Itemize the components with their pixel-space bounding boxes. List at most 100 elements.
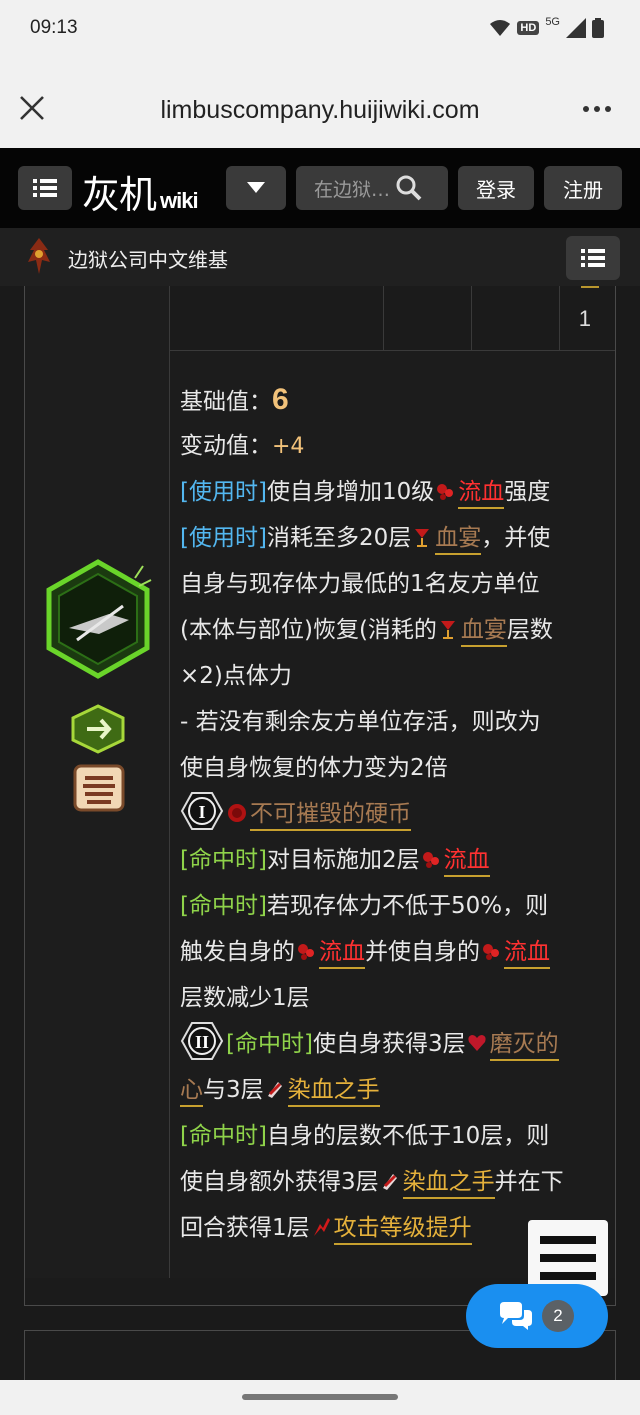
effect-text: 并在下 (494, 1169, 564, 1195)
page-content: 1 基础值：6 变动值：+4 [使用时]使自身增加10级 流血强度 [使用时]消耗… (0, 286, 640, 1380)
coin-1-label: I (198, 802, 205, 822)
effect-line: - 若没有剩余友方单位存活，则改为 (180, 699, 610, 745)
table-divider (559, 286, 560, 350)
worn-heart-link[interactable]: 磨灭的 (489, 1031, 559, 1061)
hd-badge: HD (517, 21, 540, 35)
effect-text: 回合获得1层 (180, 1215, 310, 1241)
atk-up-link[interactable]: 攻击等级提升 (333, 1215, 472, 1245)
blood-feast-icon (440, 621, 455, 639)
hamburger-icon (540, 1236, 596, 1280)
menu-icon (581, 249, 605, 267)
effect-line: 使自身恢复的体力变为2倍 (180, 745, 610, 791)
blood-feast-link[interactable]: 血宴 (460, 617, 507, 647)
url-text[interactable]: limbuscompany.huijiwiki.com (0, 96, 640, 125)
change-value-row: 变动值：+4 (180, 423, 610, 469)
logo-sub: wiki (160, 188, 199, 213)
effect-text: 并使自身的 (365, 939, 480, 965)
bleed-link[interactable]: 流血 (504, 939, 550, 969)
signal-icon (566, 18, 586, 38)
bleed-link[interactable]: 流血 (458, 479, 505, 509)
coin-line: I 不可摧毁的硬币 (180, 791, 610, 837)
base-label: 基础值： (180, 389, 272, 415)
search-icon[interactable] (396, 175, 422, 201)
effect-text: 使自身恢复的体力变为2倍 (180, 755, 448, 781)
effect-text: 使自身增加10级 (266, 479, 435, 505)
change-value: +4 (272, 434, 305, 459)
bloody-hand-link[interactable]: 染血之手 (402, 1169, 495, 1199)
register-button[interactable]: 注册 (544, 166, 622, 210)
network-type: 5G (545, 16, 560, 28)
effect-text: ×2)点体力 (180, 663, 292, 689)
bleed-link[interactable]: 流血 (443, 847, 490, 877)
effect-line: 使自身额外获得3层 染血之手并在下 (180, 1159, 610, 1205)
table-divider (383, 286, 384, 350)
effect-text: 自身与现存体力最低的1名友方单位 (180, 571, 540, 597)
effect-text: ，并使 (481, 525, 551, 551)
bleed-icon (298, 944, 314, 960)
search-placeholder: 在边狱… (314, 178, 391, 201)
skill-description: 基础值：6 变动值：+4 [使用时]使自身增加10级 流血强度 [使用时]消耗至多… (180, 377, 610, 1251)
chat-count-badge: 2 (542, 1300, 574, 1332)
effect-line: [命中时]若现存体力不低于50%，则 (180, 883, 610, 929)
more-icon[interactable] (582, 95, 612, 123)
status-bar: 09:13 HD 5G (0, 0, 640, 60)
coin-line: II [命中时]使自身获得3层 磨灭的 (180, 1021, 610, 1067)
chat-button[interactable]: 2 (466, 1284, 608, 1348)
effect-line: 触发自身的 流血并使自身的 流血 (180, 929, 610, 975)
change-label: 变动值： (180, 433, 272, 459)
bloody-hand-link[interactable]: 染血之手 (287, 1077, 380, 1107)
unbreakable-coin-icon (228, 804, 246, 822)
base-value: 6 (272, 383, 289, 416)
bloody-hand-icon (382, 1174, 397, 1190)
unbreakable-coin-link[interactable]: 不可摧毁的硬币 (250, 801, 411, 831)
wifi-icon (490, 20, 511, 36)
on-hit-tag: [命中时] (180, 893, 267, 919)
blood-feast-link[interactable]: 血宴 (435, 525, 482, 555)
effect-text: 消耗至多20层 (266, 525, 412, 551)
bleed-link[interactable]: 流血 (319, 939, 365, 969)
login-button[interactable]: 登录 (458, 166, 534, 210)
coin-2-icon: II (180, 1022, 224, 1060)
site-icon[interactable] (26, 236, 52, 276)
effect-line: [命中时]自身的层数不低于10层，则 (180, 1113, 610, 1159)
bleed-icon (483, 944, 499, 960)
skill-icon (46, 559, 152, 679)
on-hit-tag: [命中时] (180, 847, 267, 873)
effect-text: - 若没有剩余友方单位存活，则改为 (180, 709, 541, 735)
on-use-tag: [使用时] (180, 479, 267, 505)
dropdown-icon (247, 182, 265, 193)
bleed-icon (437, 484, 454, 500)
on-hit-tag: [命中时] (180, 1123, 267, 1149)
on-use-tag: [使用时] (180, 525, 267, 551)
site-name[interactable]: 边狱公司中文维基 (68, 244, 228, 273)
effect-text: 触发自身的 (180, 939, 295, 965)
effect-line: [使用时]消耗至多20层 血宴，并使 (180, 515, 610, 561)
page-menu-button[interactable] (566, 236, 620, 280)
effect-text: 层数 (506, 617, 553, 643)
effect-text: (本体与部位)恢复(消耗的 (180, 617, 437, 643)
effect-line: 自身与现存体力最低的1名友方单位 (180, 561, 610, 607)
effect-text: 对目标施加2层 (266, 847, 420, 873)
site-subheader: 边狱公司中文维基 (0, 228, 640, 286)
coin-1-icon: I (180, 792, 224, 830)
bleed-icon (422, 852, 439, 868)
skill-description-cell: 基础值：6 变动值：+4 [使用时]使自身增加10级 流血强度 [使用时]消耗至多… (170, 350, 615, 1278)
sin-affinity-icon (73, 764, 125, 812)
effect-line: ×2)点体力 (180, 653, 610, 699)
effect-text: 使自身额外获得3层 (180, 1169, 379, 1195)
home-gesture-bar[interactable] (242, 1394, 398, 1400)
effect-text: 使自身获得3层 (312, 1031, 466, 1057)
dropdown-button[interactable] (226, 166, 286, 210)
table-row-value: 1 (578, 306, 591, 331)
site-logo[interactable]: 灰机 wiki (82, 164, 199, 219)
sidebar-toggle-button[interactable] (18, 166, 72, 210)
search-input[interactable]: 在边狱… (296, 166, 448, 210)
table-divider (471, 286, 472, 350)
chat-icon (500, 1302, 532, 1330)
worn-heart-link[interactable]: 心 (180, 1077, 203, 1107)
effect-text: 自身的层数不低于10层，则 (266, 1123, 550, 1149)
logo-text: 灰机 (82, 173, 157, 217)
skill-table: 1 基础值：6 变动值：+4 [使用时]使自身增加10级 流血强度 [使用时]消耗… (24, 286, 616, 1306)
site-header: 灰机 wiki 在边狱… 登录 注册 (0, 148, 640, 228)
effect-text: 与3层 (203, 1077, 264, 1103)
